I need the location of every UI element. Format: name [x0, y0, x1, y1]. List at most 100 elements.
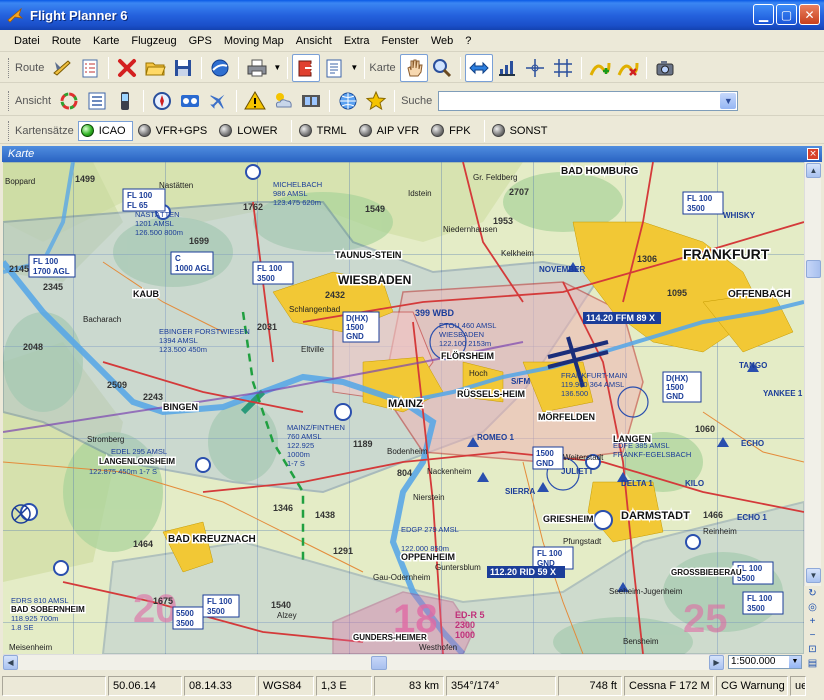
web-button[interactable] — [206, 54, 234, 82]
layer-aip-vfr-button[interactable]: AIP VFR — [356, 121, 427, 141]
search-dropdown-button[interactable]: ▼ — [720, 92, 737, 109]
menu-karte[interactable]: Karte — [87, 33, 125, 49]
screenshot-button[interactable] — [651, 54, 679, 82]
scroll-up-button[interactable]: ▲ — [806, 163, 821, 178]
city-russelsheim: RÜSSELS-HEIM — [457, 389, 525, 399]
scroll-left-button[interactable]: ◀ — [3, 655, 18, 670]
scale-button[interactable] — [493, 54, 521, 82]
pan-tool-button[interactable] — [399, 53, 428, 82]
zoom-fit-icon[interactable]: ⊡ — [805, 643, 820, 656]
internet-button[interactable] — [334, 87, 362, 115]
airspace-label: 3500 — [176, 619, 194, 628]
list-icon — [88, 92, 106, 109]
double-arrow-icon — [468, 61, 489, 74]
aircraft-button[interactable] — [204, 87, 232, 115]
toolbar-grip[interactable] — [8, 90, 11, 111]
menu-help[interactable]: ? — [459, 33, 477, 49]
zoom-reset-icon[interactable]: ◎ — [805, 601, 820, 614]
film-button[interactable] — [297, 87, 325, 115]
menu-fenster[interactable]: Fenster — [376, 33, 425, 49]
toolbar-separator — [329, 89, 331, 112]
status-cell-datum: WGS84 — [258, 676, 314, 696]
document-button[interactable] — [320, 54, 348, 82]
print-dropdown-button[interactable]: ▼ — [271, 54, 283, 82]
city-gross-umstadt: GROSSBIEBERAU — [671, 568, 742, 577]
map-vertical-scrollbar[interactable]: ▲ ▼ — [804, 162, 821, 586]
favorites-button[interactable] — [362, 87, 390, 115]
toolbar-separator — [580, 56, 582, 79]
toolbar-grip[interactable] — [8, 120, 11, 141]
save-button[interactable] — [169, 54, 197, 82]
crosshair-button[interactable] — [521, 54, 549, 82]
menu-route[interactable]: Route — [46, 33, 87, 49]
airfield-info: 126.500 800m — [135, 228, 183, 237]
new-route-button[interactable] — [48, 54, 76, 82]
add-waypoint-button[interactable] — [586, 54, 614, 82]
horizontal-scroll-thumb[interactable] — [371, 656, 387, 670]
measure-button[interactable] — [464, 53, 493, 82]
chevron-down-icon[interactable]: ▼ — [789, 656, 801, 668]
town-gau-odernheim: Gau-Odernheim — [373, 573, 431, 582]
refresh-icon[interactable]: ↻ — [805, 587, 820, 600]
zoom-tool-button[interactable] — [428, 54, 456, 82]
menu-bar: Datei Route Karte Flugzeug GPS Moving Ma… — [0, 30, 824, 52]
layer-fpk-button[interactable]: FPK — [428, 121, 477, 141]
map-scale-select[interactable]: 1:500.000 ▼ — [728, 655, 802, 669]
town-reinheim: Reinheim — [703, 527, 737, 536]
map-horizontal-scrollbar[interactable]: ◀ ▶ — [3, 654, 725, 670]
airspace-label: 3500 — [687, 204, 705, 213]
zoom-out-icon[interactable]: − — [805, 629, 820, 642]
map-view[interactable]: 18 20 25 FL 100 FL 65 FL 100 1700 AGL FL… — [3, 162, 804, 654]
menu-flugzeug[interactable]: Flugzeug — [125, 33, 182, 49]
city-offenbach: OFFENBACH — [728, 289, 791, 300]
maximize-button[interactable]: ▢ — [776, 4, 797, 25]
notam-button[interactable] — [241, 87, 269, 115]
remove-waypoint-button[interactable] — [614, 54, 642, 82]
search-input[interactable]: ▼ — [438, 90, 739, 111]
layer-lower-button[interactable]: LOWER — [216, 121, 284, 141]
gps-device-button[interactable] — [111, 87, 139, 115]
toolbar-grip[interactable] — [8, 57, 11, 78]
city-wiesbaden: WIESBADEN — [338, 273, 411, 287]
layer-icao-button[interactable]: ICAO — [77, 120, 133, 141]
menu-web[interactable]: Web — [425, 33, 459, 49]
elevation: 1953 — [493, 216, 513, 226]
delete-route-button[interactable] — [113, 54, 141, 82]
weather-button[interactable] — [269, 87, 297, 115]
scroll-right-button[interactable]: ▶ — [709, 655, 724, 670]
menu-moving-map[interactable]: Moving Map — [218, 33, 290, 49]
document-dropdown-button[interactable]: ▼ — [348, 54, 360, 82]
route-list-button[interactable] — [76, 54, 104, 82]
export-button[interactable] — [292, 53, 321, 82]
zone-label: ED-R 5 — [455, 610, 485, 620]
menu-extra[interactable]: Extra — [338, 33, 376, 49]
refresh-view-button[interactable] — [55, 87, 83, 115]
save-view-icon[interactable]: ▤ — [805, 657, 820, 670]
reporting-point: DELTA 1 — [621, 479, 653, 488]
menu-ansicht[interactable]: Ansicht — [290, 33, 338, 49]
minimize-button[interactable]: ▁ — [753, 4, 774, 25]
layer-vfr-gps-button[interactable]: VFR+GPS — [135, 121, 215, 141]
compass-button[interactable] — [148, 87, 176, 115]
airfield-info: EDRS 810 AMSL — [11, 596, 69, 605]
instruments-button[interactable] — [176, 87, 204, 115]
layer-trml-button[interactable]: TRML — [296, 121, 354, 141]
menu-gps[interactable]: GPS — [183, 33, 218, 49]
layer-sonst-button[interactable]: SONST — [489, 121, 555, 141]
open-file-button[interactable] — [141, 54, 169, 82]
print-button[interactable] — [243, 54, 271, 82]
reporting-point: WHISKY — [723, 211, 756, 220]
list-view-button[interactable] — [83, 87, 111, 115]
vertical-scroll-thumb[interactable] — [806, 260, 821, 278]
scroll-down-button[interactable]: ▼ — [806, 568, 821, 583]
reporting-point: YANKEE 1 — [763, 389, 803, 398]
airfield-info: EBINGER FORSTWIESEN — [159, 327, 250, 336]
menu-datei[interactable]: Datei — [8, 33, 46, 49]
close-map-panel-button[interactable]: × — [807, 148, 819, 160]
close-window-button[interactable]: ✕ — [799, 4, 820, 25]
town-niedernhausen: Niedernhausen — [443, 225, 497, 234]
grid-button[interactable] — [549, 54, 577, 82]
aeronautical-chart[interactable]: 18 20 25 FL 100 FL 65 FL 100 1700 AGL FL… — [3, 162, 804, 654]
zoom-in-icon[interactable]: + — [805, 615, 820, 628]
title-bar[interactable]: Flight Planner 6 ▁ ▢ ✕ — [0, 0, 824, 30]
